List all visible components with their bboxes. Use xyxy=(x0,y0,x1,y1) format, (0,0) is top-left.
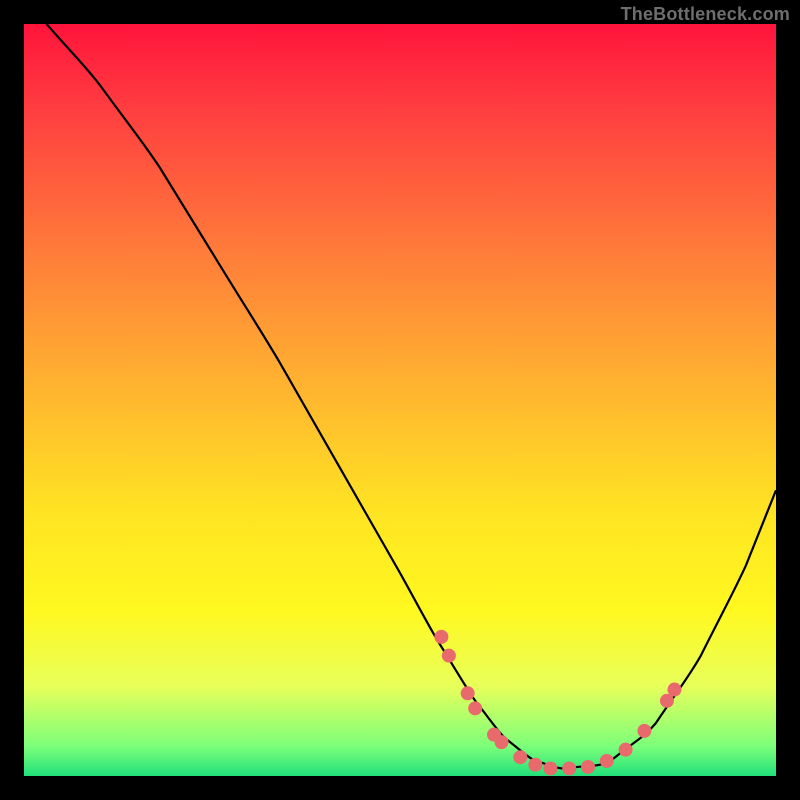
chart-gradient-background xyxy=(24,24,776,776)
chart-frame xyxy=(24,24,776,776)
watermark-text: TheBottleneck.com xyxy=(621,4,790,25)
